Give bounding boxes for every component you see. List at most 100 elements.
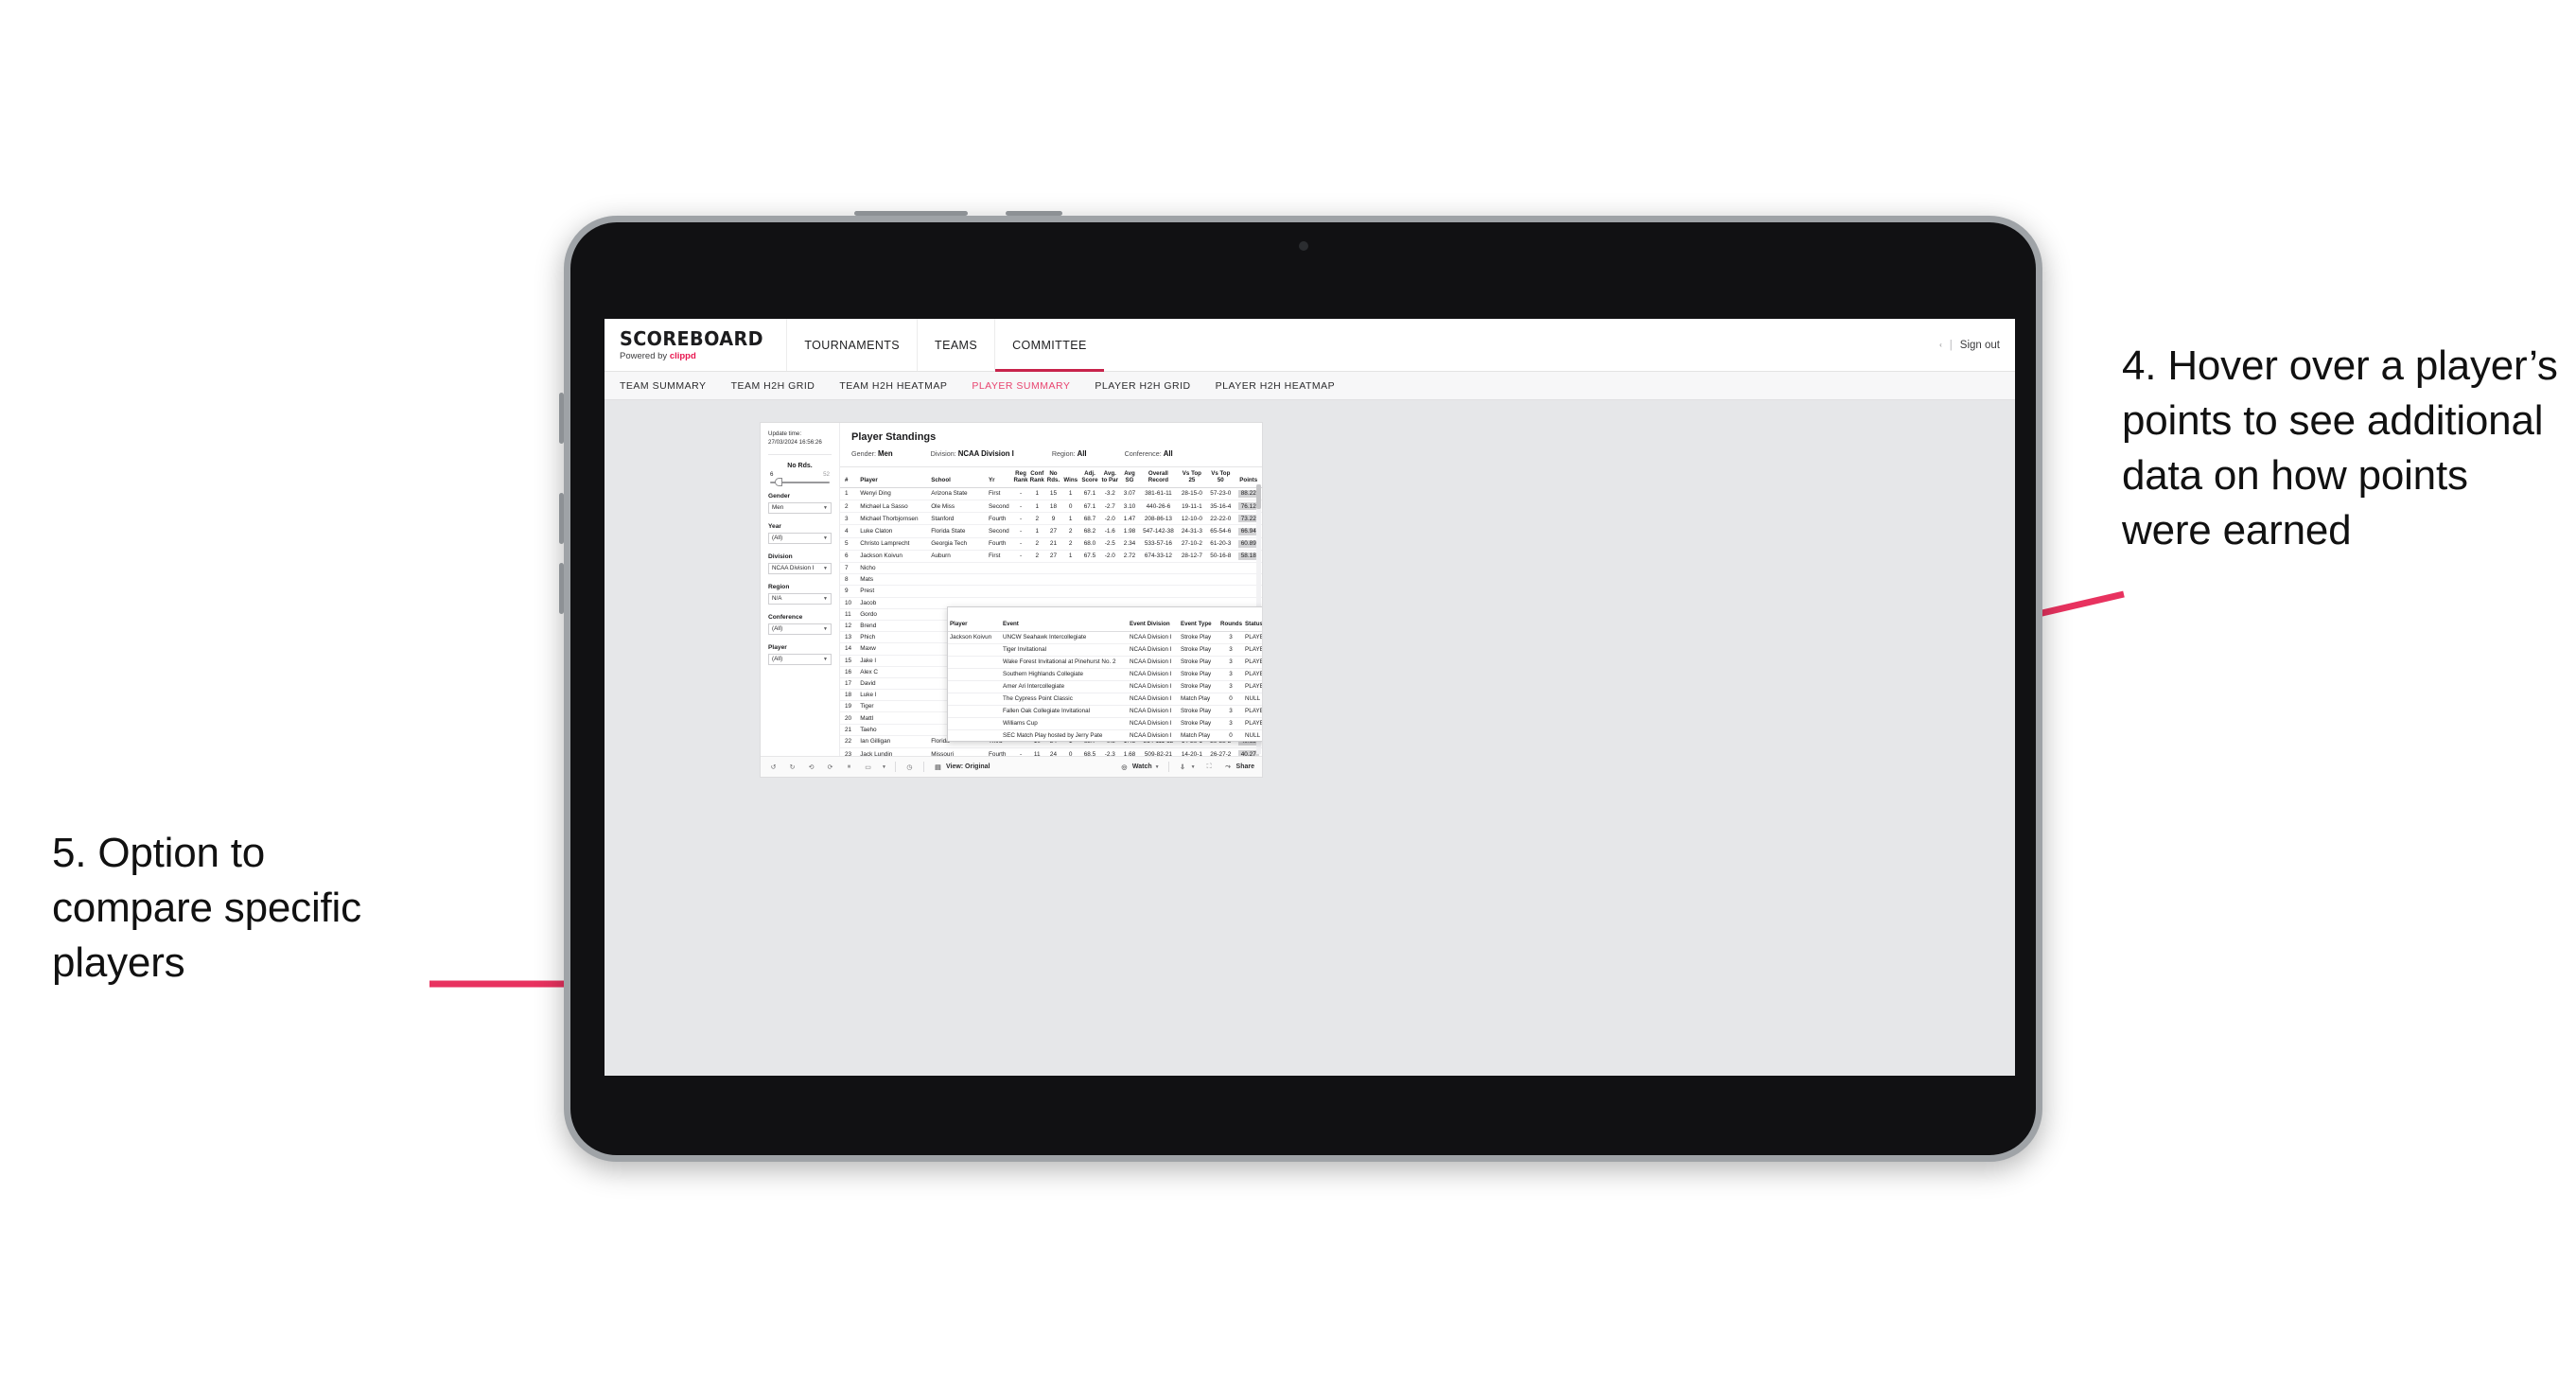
table-row[interactable]: 3 Michael Thorbjornsen Stanford Fourth -2 9 1 6… [840,512,1262,526]
tt-col-rounds: Rounds [1218,612,1243,632]
rank-cell: 20 [840,711,856,725]
conf-rank-cell: 1 [1028,500,1045,514]
chevron-down-icon[interactable]: ▼ [882,764,886,770]
avg-to-par-cell: -2.5 [1099,537,1120,551]
reg-rank-cell: - [1012,487,1029,501]
tooltip-row: SEC Match Play hosted by Jerry Pate NCAA … [948,729,1262,741]
tab-team-h2h-heatmap[interactable]: TEAM H2H HEATMAP [839,380,947,392]
tooltip-rounds-cell: 3 [1218,680,1243,693]
slider-handle[interactable] [775,478,783,487]
col-reg-rank[interactable]: Reg Rank [1012,467,1029,488]
rank-cell: 23 [840,747,856,756]
vs-top-25-cell: 28-12-7 [1177,550,1207,564]
tooltip-header-row: Player Event Event Division Event Type R… [948,612,1262,632]
history-icon[interactable]: ◷ [904,762,915,772]
filter-gender-select[interactable]: Men ▼ [768,501,832,514]
filter-region-select[interactable]: N/A ▼ [768,592,832,605]
standings-table-scroll[interactable]: # Player School Yr Reg Rank Conf Rank No… [840,467,1262,756]
tab-player-h2h-grid[interactable]: PLAYER H2H GRID [1095,380,1190,392]
filter-year-select[interactable]: (All) ▼ [768,532,832,544]
header-right-cluster: ‹ | Sign out [1939,319,2015,371]
slider-track[interactable] [770,478,830,487]
download-button[interactable]: ⇩ ▼ [1178,762,1195,772]
refresh-icon[interactable]: ⟳ [825,762,835,772]
share-button[interactable]: ⤳ Share [1223,762,1254,772]
scrollbar-thumb[interactable] [1256,484,1261,509]
tablet-screen: SCOREBOARD Powered by clippd TOURNAMENTS… [605,319,2015,1076]
redo-icon[interactable]: ↻ [787,762,797,772]
no-rounds-slider[interactable]: No Rds. 6 52 [768,463,832,487]
no-rds-cell: 18 [1044,500,1062,514]
tab-team-h2h-grid[interactable]: TEAM H2H GRID [731,380,815,392]
rank-cell: 12 [840,620,856,633]
points-breakdown-tooltip: Player Event Event Division Event Type R… [947,606,1262,742]
col-wins[interactable]: Wins [1061,467,1080,488]
tooltip-status-cell: PLAYED [1243,643,1262,657]
col-conf-rank[interactable]: Conf Rank [1028,467,1045,488]
tooltip-event-type-cell: Stroke Play [1179,705,1218,718]
revert-icon[interactable]: ⟲ [806,762,816,772]
watch-button[interactable]: ◎ Watch ▼ [1119,762,1159,772]
filter-conference-select[interactable]: (All) ▼ [768,623,832,635]
conf-rank-cell [1028,573,1045,587]
nav-item-tournaments[interactable]: TOURNAMENTS [786,319,917,371]
table-row[interactable]: 2 Michael La Sasso Ole Miss Second -1 18 0 67.1… [840,500,1262,514]
col-vs-top-25[interactable]: Vs Top 25 [1177,467,1207,488]
tooltip-event-type-cell: Stroke Play [1179,680,1218,693]
tab-player-summary[interactable]: PLAYER SUMMARY [972,380,1070,392]
no-rounds-min: 6 [770,470,774,478]
table-row[interactable]: 5 Christo Lamprecht Georgia Tech Fourth -2 21… [840,537,1262,551]
view-original-button[interactable]: ▤ View: Original [933,762,990,772]
chevron-left-icon[interactable]: ‹ [1939,341,1942,349]
tooltip-row: Southern Highlands Collegiate NCAA Divisi… [948,668,1262,681]
nav-item-teams[interactable]: TEAMS [917,319,994,371]
tab-team-summary[interactable]: TEAM SUMMARY [620,380,707,392]
reg-rank-cell [1012,585,1029,598]
tooltip-player-cell [948,668,1001,681]
col-avg-sg[interactable]: Avg SG [1119,467,1140,488]
col-no-rds[interactable]: No Rds. [1044,467,1062,488]
col-school[interactable]: School [926,467,985,488]
sign-out-link[interactable]: Sign out [1960,340,2000,351]
table-row[interactable]: 23 Jack Lundin Missouri Fourth -11 24 0 68.5 -2.… [840,747,1262,756]
filter-conference: Conference (All) ▼ [768,614,832,635]
yr-cell: First [984,487,1013,501]
dashboard-canvas: Update time: 27/03/2024 16:56:26 No Rds.… [605,400,2015,1076]
vs-top-25-cell: 27-10-2 [1177,537,1207,551]
yr-cell: Second [984,500,1013,514]
tooltip-event-cell: Fallen Oak Collegiate Invitational [1001,705,1128,718]
col-overall-record[interactable]: Overall Record [1139,467,1178,488]
col-player[interactable]: Player [855,467,927,488]
table-row[interactable]: 7 Nicho [840,562,1262,575]
table-row[interactable]: 8 Mats [840,573,1262,587]
tooltip-event-division-cell: NCAA Division I [1128,631,1179,644]
tab-player-h2h-heatmap[interactable]: PLAYER H2H HEATMAP [1216,380,1335,392]
tooltip-rounds-cell: 3 [1218,668,1243,681]
col-vs-top-50[interactable]: Vs Top 50 [1206,467,1235,488]
avg-sg-cell: 1.47 [1119,512,1140,526]
table-row[interactable]: 6 Jackson Koivun Auburn First -2 27 1 67.5 -2.0 2… [840,550,1262,564]
nav-item-committee[interactable]: COMMITTEE [994,319,1104,372]
filter-division-select[interactable]: NCAA Division I ▼ [768,562,832,574]
filter-player-select[interactable]: (All) ▼ [768,653,832,665]
undo-icon[interactable]: ↺ [768,762,779,772]
adj-score-cell: 68.0 [1079,537,1100,551]
pause-updates-icon[interactable]: ⏸ [844,762,854,772]
col-rank[interactable]: # [840,467,856,488]
custom-views-icon[interactable]: ▭ [863,762,873,772]
table-row[interactable]: 9 Prest [840,585,1262,598]
col-avg-to-par[interactable]: Avg. to Par [1099,467,1120,488]
rank-cell: 4 [840,524,856,538]
tooltip-player-cell [948,643,1001,657]
no-rds-cell: 15 [1044,487,1062,501]
table-row[interactable]: 1 Wenyi Ding Arizona State First -1 15 1 67.1 -3… [840,487,1262,501]
avg-to-par-cell: -2.0 [1099,550,1120,564]
filter-panel: Update time: 27/03/2024 16:56:26 No Rds.… [761,423,840,756]
meta-division-label: Division: [930,449,956,458]
col-yr[interactable]: Yr [984,467,1013,488]
toolbar-divider [894,762,896,772]
fullscreen-icon[interactable]: ⛶ [1204,762,1215,772]
table-row[interactable]: 4 Luke Claton Florida State Second -1 27 2 68.2… [840,524,1262,538]
col-adj-score[interactable]: Adj. Score [1079,467,1100,488]
brand-logo[interactable]: SCOREBOARD Powered by clippd [605,319,786,371]
